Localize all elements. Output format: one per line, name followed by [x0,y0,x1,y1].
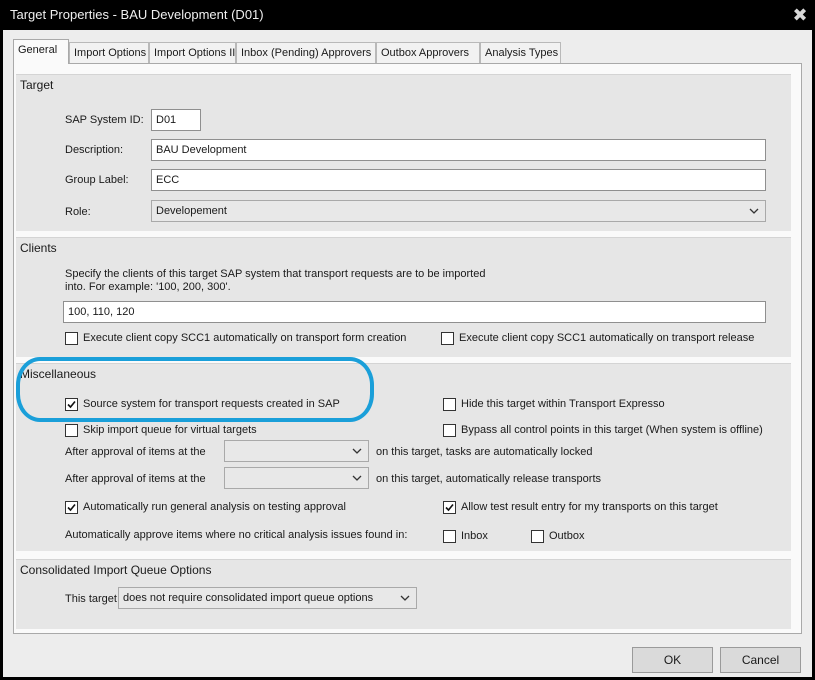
tab-analysis-types[interactable]: Analysis Types [480,42,561,63]
chevron-down-icon [400,595,410,601]
chevron-down-icon [352,475,362,481]
tab-outbox-approvers[interactable]: Outbox Approvers [376,42,480,63]
role-label: Role: [65,206,91,218]
role-select[interactable]: Developement [151,200,766,222]
auto-approve-label: Automatically approve items where no cri… [65,529,408,541]
window-title: Target Properties - BAU Development (D01… [10,7,264,22]
consolidated-select-value: does not require consolidated import que… [123,592,374,604]
ok-button[interactable]: OK [632,647,713,673]
tab-import-options[interactable]: Import Options [69,42,149,63]
clients-help-line1: Specify the clients of this target SAP s… [65,268,486,280]
approval-lock-prefix: After approval of items at the [65,446,206,458]
sap-system-id-label: SAP System ID: [65,114,144,126]
cancel-button[interactable]: Cancel [720,647,801,673]
checkmark-icon [445,503,454,512]
checkmark-icon [67,400,76,409]
consolidated-label: This target [65,593,117,605]
dialog-client-area: General Import Options Import Options II… [3,30,812,677]
approval-release-prefix: After approval of items at the [65,473,206,485]
close-icon[interactable]: ✖ [789,4,811,26]
description-label: Description: [65,144,124,156]
approval-release-suffix: on this target, automatically release tr… [376,473,602,485]
tab-inbox-approvers[interactable]: Inbox (Pending) Approvers [236,42,376,63]
skip-import-queue-label: Skip import queue for virtual targets [83,424,257,436]
role-select-value: Developement [156,205,227,217]
chevron-down-icon [749,208,759,214]
group-label-input[interactable]: ECC [151,169,766,191]
group-label-label: Group Label: [65,174,129,186]
checkbox-box[interactable] [443,501,456,514]
checkbox-box[interactable] [65,424,78,437]
tab-general[interactable]: General [13,39,69,64]
checkbox-box[interactable] [65,501,78,514]
miscellaneous-group-title: Miscellaneous [20,367,97,381]
approval-release-select[interactable] [224,467,369,489]
approval-lock-suffix: on this target, tasks are automatically … [376,446,593,458]
consolidated-group-title: Consolidated Import Queue Options [20,563,212,577]
client-copy-on-creation-label: Execute client copy SCC1 automatically o… [83,332,407,344]
outbox-label: Outbox [549,530,585,542]
checkbox-box[interactable] [441,332,454,345]
checkbox-box[interactable] [443,398,456,411]
miscellaneous-group: Miscellaneous Source system for transpor… [16,363,791,551]
clients-group-title: Clients [20,241,57,255]
approval-lock-select[interactable] [224,440,369,462]
clients-help-line2: into. For example: '100, 200, 300'. [65,281,231,293]
title-bar: Target Properties - BAU Development (D01… [0,0,815,30]
clients-group: Clients Specify the clients of this targ… [16,237,791,357]
checkbox-box[interactable] [65,332,78,345]
checkbox-box[interactable] [531,530,544,543]
checkbox-box[interactable] [65,398,78,411]
consolidated-group: Consolidated Import Queue Options This t… [16,559,791,629]
hide-target-label: Hide this target within Transport Expres… [461,398,665,410]
inbox-label: Inbox [461,530,488,542]
client-copy-on-release-label: Execute client copy SCC1 automatically o… [459,332,755,344]
test-result-entry-label: Allow test result entry for my transport… [461,501,718,513]
checkbox-box[interactable] [443,530,456,543]
checkbox-box[interactable] [443,424,456,437]
source-system-label: Source system for transport requests cre… [83,398,340,410]
target-group: Target SAP System ID: D01 Description: B… [16,74,791,231]
chevron-down-icon [352,448,362,454]
target-group-title: Target [20,78,54,92]
checkmark-icon [67,503,76,512]
clients-input[interactable]: 100, 110, 120 [63,301,766,323]
sap-system-id-input[interactable]: D01 [151,109,201,131]
description-input[interactable]: BAU Development [151,139,766,161]
bypass-control-points-label: Bypass all control points in this target… [461,424,763,436]
auto-analysis-label: Automatically run general analysis on te… [83,501,346,513]
tab-import-options-ii[interactable]: Import Options II [149,42,236,63]
consolidated-select[interactable]: does not require consolidated import que… [118,587,417,609]
